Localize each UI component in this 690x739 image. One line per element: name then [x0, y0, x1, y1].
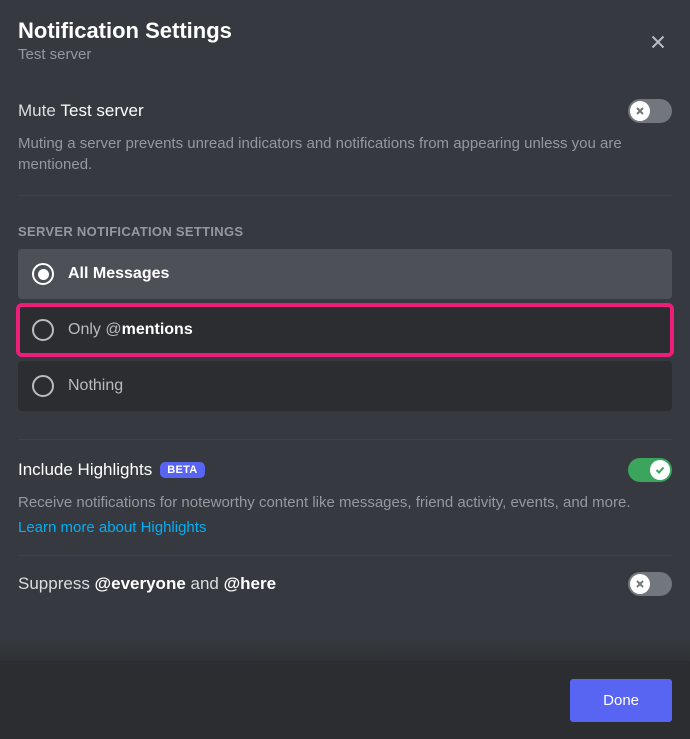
radio-icon	[32, 263, 54, 285]
suppress-toggle[interactable]	[628, 572, 672, 596]
radio-only-mentions[interactable]: Only @mentions	[18, 305, 672, 355]
toggle-knob	[630, 101, 650, 121]
toggle-knob	[650, 460, 670, 480]
modal-title: Notification Settings	[18, 18, 672, 44]
close-button[interactable]	[646, 30, 670, 54]
close-icon	[647, 31, 669, 53]
highlights-toggle-row: Include Highlights BETA	[18, 458, 672, 482]
notification-radio-group: All Messages Only @mentions Nothing	[18, 249, 672, 411]
radio-nothing[interactable]: Nothing	[18, 361, 672, 411]
done-button[interactable]: Done	[570, 679, 672, 722]
radio-all-messages[interactable]: All Messages	[18, 249, 672, 299]
highlights-label: Include Highlights	[18, 460, 152, 480]
highlights-label-wrap: Include Highlights BETA	[18, 460, 205, 480]
mute-section: Mute Test server Muting a server prevent…	[18, 81, 672, 196]
radio-icon	[32, 319, 54, 341]
check-icon	[654, 464, 666, 476]
highlights-section: Include Highlights BETA Receive notifica…	[18, 440, 672, 556]
x-icon	[634, 578, 646, 590]
mute-toggle[interactable]	[628, 99, 672, 123]
mute-description: Muting a server prevents unread indicato…	[18, 133, 672, 175]
highlights-toggle[interactable]	[628, 458, 672, 482]
mute-label: Mute Test server	[18, 101, 144, 121]
modal-content: Mute Test server Muting a server prevent…	[0, 81, 690, 651]
highlights-learn-more-link[interactable]: Learn more about Highlights	[18, 519, 206, 536]
suppress-section: Suppress @everyone and @here	[18, 556, 672, 596]
toggle-knob	[630, 574, 650, 594]
beta-badge: BETA	[160, 462, 204, 478]
radio-icon	[32, 375, 54, 397]
suppress-toggle-row: Suppress @everyone and @here	[18, 572, 672, 596]
highlights-description: Receive notifications for noteworthy con…	[18, 492, 672, 513]
divider	[18, 195, 672, 196]
radio-label: Only @mentions	[68, 321, 193, 339]
radio-label: Nothing	[68, 377, 123, 395]
server-notification-header: SERVER NOTIFICATION SETTINGS	[18, 224, 672, 239]
x-icon	[634, 105, 646, 117]
modal-footer: Done	[0, 661, 690, 739]
mute-toggle-row: Mute Test server	[18, 99, 672, 123]
modal-header: Notification Settings Test server	[0, 0, 690, 81]
suppress-label: Suppress @everyone and @here	[18, 574, 276, 594]
radio-label: All Messages	[68, 265, 169, 283]
modal-subtitle: Test server	[18, 46, 672, 63]
